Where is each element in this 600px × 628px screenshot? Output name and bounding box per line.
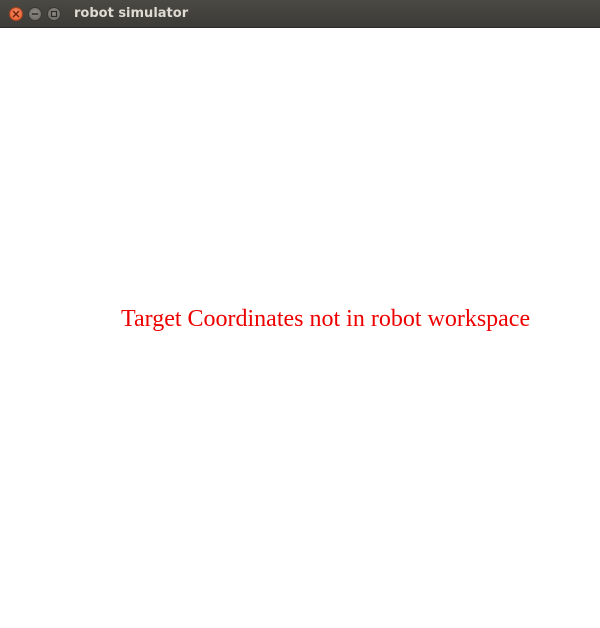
app-window: robot simulator Target Coordinates not i… — [0, 0, 600, 628]
maximize-icon — [50, 10, 58, 18]
window-title: robot simulator — [74, 6, 189, 21]
close-button[interactable] — [9, 7, 23, 21]
minimize-button[interactable] — [28, 7, 42, 21]
maximize-button[interactable] — [47, 7, 61, 21]
close-icon — [12, 10, 20, 18]
title-bar[interactable]: robot simulator — [0, 0, 600, 28]
simulator-canvas[interactable]: Target Coordinates not in robot workspac… — [0, 28, 600, 628]
workspace-error-message: Target Coordinates not in robot workspac… — [121, 306, 531, 332]
minimize-icon — [31, 10, 39, 18]
